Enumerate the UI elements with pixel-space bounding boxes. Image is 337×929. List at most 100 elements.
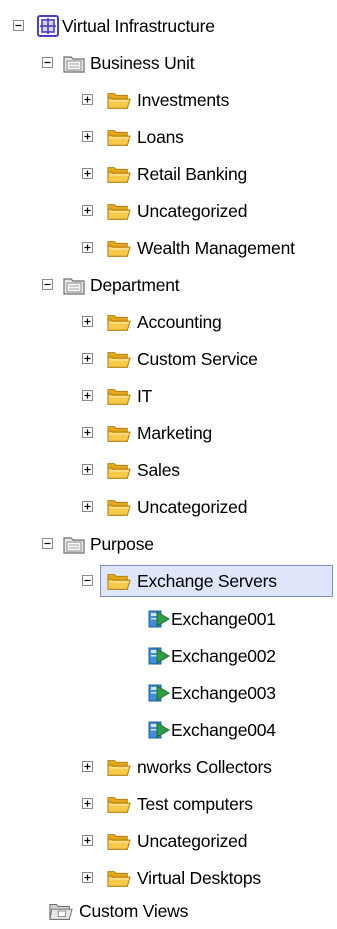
tree-node-label: Test computers — [137, 794, 253, 814]
folder-icon — [107, 126, 131, 148]
tree-node-label: nworks Collectors — [137, 757, 272, 777]
expand-toggle[interactable] — [82, 242, 93, 253]
tree-node-label: Exchange002 — [171, 646, 276, 666]
virtual-infrastructure-tree[interactable]: Virtual Infrastructure Business Unit Inv… — [0, 0, 337, 927]
category-folder-icon — [62, 533, 86, 555]
tree-node-custom-views[interactable]: Custom Views — [0, 893, 337, 929]
plus-icon — [84, 392, 91, 399]
expand-toggle[interactable] — [82, 761, 93, 772]
collapse-toggle[interactable] — [13, 20, 24, 31]
tree-node-sales[interactable]: Sales — [0, 452, 337, 488]
tree-node-label: Uncategorized — [137, 497, 248, 517]
tree-node-uncategorized[interactable]: Uncategorized — [0, 823, 337, 859]
expand-toggle[interactable] — [82, 353, 93, 364]
expand-toggle[interactable] — [82, 872, 93, 883]
expand-toggle[interactable] — [82, 168, 93, 179]
expand-toggle[interactable] — [82, 427, 93, 438]
tree-node-label: Virtual Desktops — [137, 868, 261, 888]
collapse-toggle[interactable] — [42, 57, 53, 68]
folder-icon — [107, 793, 131, 815]
expand-toggle[interactable] — [82, 205, 93, 216]
expand-toggle[interactable] — [82, 131, 93, 142]
plus-icon — [84, 466, 91, 473]
folder-icon — [107, 348, 131, 370]
plus-icon — [84, 96, 91, 103]
tree-node-investments[interactable]: Investments — [0, 82, 337, 118]
plus-icon — [84, 318, 91, 325]
expand-toggle[interactable] — [82, 316, 93, 327]
tree-node-loans[interactable]: Loans — [0, 119, 337, 155]
tree-node-label: Wealth Management — [137, 238, 295, 258]
folder-icon — [107, 422, 131, 444]
custom-views-icon — [49, 900, 73, 922]
minus-icon — [44, 61, 51, 64]
tree-node-label: IT — [137, 386, 153, 406]
virtual-machine-icon — [147, 719, 171, 741]
tree-node-label: Loans — [137, 127, 184, 147]
tree-node-marketing[interactable]: Marketing — [0, 415, 337, 451]
plus-icon — [84, 207, 91, 214]
tree-node-business-unit[interactable]: Business Unit — [0, 45, 337, 81]
virtual-machine-icon — [147, 682, 171, 704]
virtual-machine-icon — [147, 608, 171, 630]
plus-icon — [84, 763, 91, 770]
tree-node-label: Virtual Infrastructure — [62, 16, 215, 36]
tree-node-wealth-management[interactable]: Wealth Management — [0, 230, 337, 266]
expand-toggle[interactable] — [82, 464, 93, 475]
tree-node-accounting[interactable]: Accounting — [0, 304, 337, 340]
tree-node-department[interactable]: Department — [0, 267, 337, 303]
category-folder-icon — [62, 52, 86, 74]
plus-icon — [84, 133, 91, 140]
expand-toggle[interactable] — [82, 835, 93, 846]
tree-node-label: Purpose — [90, 534, 154, 554]
expand-toggle[interactable] — [82, 94, 93, 105]
collapse-toggle[interactable] — [42, 538, 53, 549]
tree-node-uncategorized[interactable]: Uncategorized — [0, 489, 337, 525]
tree-node-nworks-collectors[interactable]: nworks Collectors — [0, 749, 337, 785]
tree-node-exchange003[interactable]: Exchange003 — [0, 675, 337, 711]
tree-node-label: Custom Service — [137, 349, 258, 369]
tree-node-label: Exchange001 — [171, 609, 276, 629]
minus-icon — [44, 542, 51, 545]
tree-node-label: Accounting — [137, 312, 222, 332]
tree-node-label: Department — [90, 275, 180, 295]
plus-icon — [84, 244, 91, 251]
folder-icon — [107, 200, 131, 222]
tree-node-label: Uncategorized — [137, 201, 248, 221]
expand-toggle[interactable] — [82, 390, 93, 401]
plus-icon — [84, 503, 91, 510]
tree-node-exchange001[interactable]: Exchange001 — [0, 601, 337, 637]
plus-icon — [84, 429, 91, 436]
folder-icon — [107, 311, 131, 333]
collapse-toggle[interactable] — [42, 279, 53, 290]
tree-node-label: Uncategorized — [137, 831, 248, 851]
folder-icon — [107, 570, 131, 592]
tree-node-exchange002[interactable]: Exchange002 — [0, 638, 337, 674]
tree-node-purpose[interactable]: Purpose — [0, 526, 337, 562]
virtual-machine-icon — [147, 645, 171, 667]
tree-node-virtual-desktops[interactable]: Virtual Desktops — [0, 860, 337, 896]
expand-toggle[interactable] — [82, 798, 93, 809]
tree-node-label: Exchange004 — [171, 720, 276, 740]
folder-icon — [107, 237, 131, 259]
tree-node-uncategorized[interactable]: Uncategorized — [0, 193, 337, 229]
folder-icon — [107, 163, 131, 185]
collapse-toggle[interactable] — [82, 575, 93, 586]
tree-node-label: Investments — [137, 90, 230, 110]
folder-icon — [107, 459, 131, 481]
tree-node-test-computers[interactable]: Test computers — [0, 786, 337, 822]
folder-icon — [107, 385, 131, 407]
tree-node-it[interactable]: IT — [0, 378, 337, 414]
tree-node-exchange004[interactable]: Exchange004 — [0, 712, 337, 748]
datacenter-icon — [36, 15, 60, 37]
minus-icon — [44, 283, 51, 286]
minus-icon — [84, 579, 91, 582]
tree-node-custom-service[interactable]: Custom Service — [0, 341, 337, 377]
tree-node-virtual-infrastructure[interactable]: Virtual Infrastructure — [0, 8, 337, 44]
expand-toggle[interactable] — [82, 501, 93, 512]
tree-node-label: Marketing — [137, 423, 213, 443]
tree-node-retail-banking[interactable]: Retail Banking — [0, 156, 337, 192]
plus-icon — [84, 355, 91, 362]
tree-node-exchange-servers[interactable]: Exchange Servers — [0, 563, 337, 599]
tree-node-label: Business Unit — [90, 53, 195, 73]
